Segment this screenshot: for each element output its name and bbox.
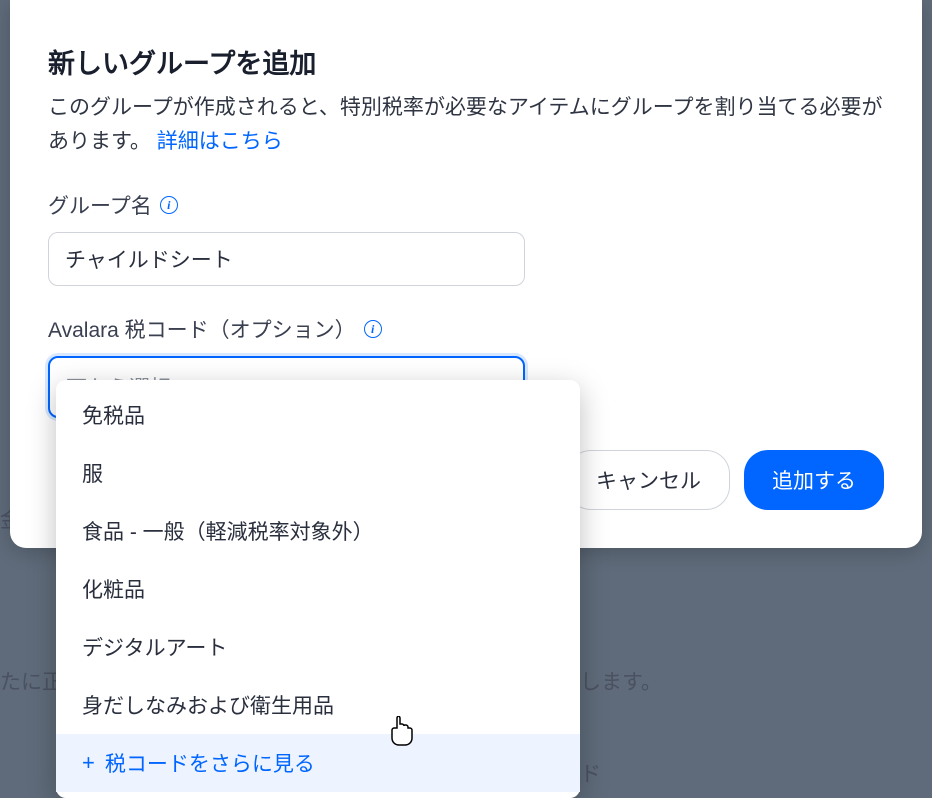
group-name-field: グループ名 i xyxy=(48,190,884,286)
see-more-codes[interactable]: + 税コードをさらに見る xyxy=(56,734,580,792)
info-icon[interactable]: i xyxy=(364,320,382,338)
dropdown-option[interactable]: 化粧品 xyxy=(56,560,580,618)
group-name-label-text: グループ名 xyxy=(48,190,152,220)
group-name-label: グループ名 i xyxy=(48,190,884,220)
dropdown-option[interactable]: 身だしなみおよび衛生用品 xyxy=(56,676,580,734)
group-name-input[interactable] xyxy=(48,232,525,286)
modal-description: このグループが作成されると、特別税率が必要なアイテムにグループを割り当てる必要が… xyxy=(48,91,884,158)
tax-code-label-text: Avalara 税コード（オプション） xyxy=(48,314,356,344)
dropdown-option[interactable]: 免税品 xyxy=(56,386,580,444)
bg-text: します。 xyxy=(580,666,662,696)
dropdown-option[interactable]: 食品 - 一般（軽減税率対象外） xyxy=(56,502,580,560)
tax-code-dropdown: 免税品 服 食品 - 一般（軽減税率対象外） 化粧品 デジタルアート 身だしなみ… xyxy=(56,380,580,798)
dropdown-option[interactable]: 服 xyxy=(56,444,580,502)
info-icon[interactable]: i xyxy=(160,196,178,214)
submit-button[interactable]: 追加する xyxy=(744,450,884,510)
learn-more-link[interactable]: 詳細はこちら xyxy=(157,130,283,153)
bg-text: ド xyxy=(580,758,601,788)
bg-text: たに正 xyxy=(0,666,63,696)
dropdown-option[interactable]: デジタルアート xyxy=(56,618,580,676)
tax-code-label: Avalara 税コード（オプション） i xyxy=(48,314,884,344)
plus-icon: + xyxy=(82,750,95,776)
modal-title: 新しいグループを追加 xyxy=(48,42,884,81)
cancel-button[interactable]: キャンセル xyxy=(567,450,730,510)
see-more-label: 税コードをさらに見る xyxy=(105,748,315,778)
